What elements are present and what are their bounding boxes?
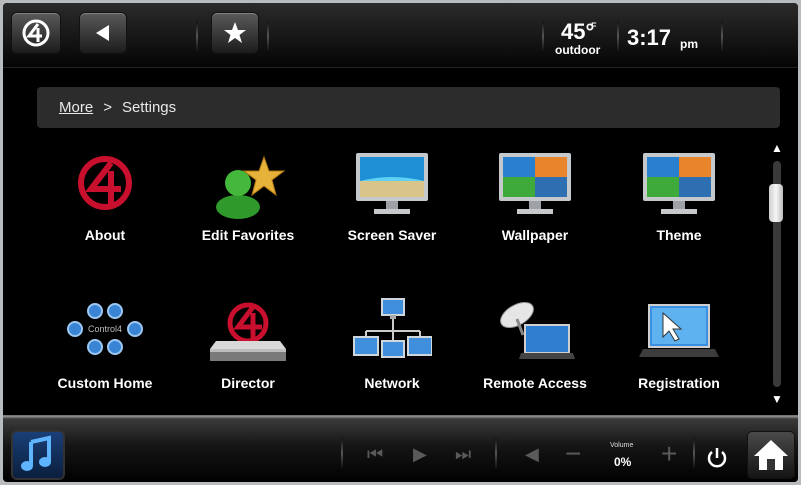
next-track-icon[interactable]: ⏭ [455, 444, 471, 465]
top-bar: 45° F outdoor 3:17 pm [3, 3, 798, 68]
power-icon[interactable] [705, 446, 729, 470]
tile-label: About [84, 227, 126, 243]
breadcrumb-separator: > [103, 99, 112, 116]
settings-grid: About Edit Favorites Screen Saver Wallpa… [35, 143, 755, 413]
control4-logo-icon [78, 156, 132, 210]
temperature-value: 45° [561, 19, 595, 44]
play-icon[interactable]: ▶ [413, 444, 427, 465]
tile-label: Registration [638, 375, 720, 391]
clock-time: 3:17 [627, 25, 672, 50]
mute-speaker-icon[interactable]: ◀ [525, 444, 539, 465]
control4-logo-icon [22, 19, 50, 47]
divider [721, 21, 723, 51]
previous-track-icon[interactable]: ⏮ [367, 444, 383, 465]
temperature-unit: F [591, 21, 597, 31]
touchscreen-frame: 45° F outdoor 3:17 pm More > Settings Ab… [3, 3, 798, 482]
scroll-down-arrow[interactable]: ▼ [769, 392, 785, 406]
user-favorite-icon [216, 155, 286, 219]
tile-wallpaper[interactable]: Wallpaper [465, 143, 605, 273]
tile-edit-favorites[interactable]: Edit Favorites [178, 143, 318, 273]
tile-label: Network [364, 375, 420, 391]
director-device-icon [210, 302, 286, 361]
tile-registration[interactable]: Registration [609, 291, 749, 421]
temperature-label: outdoor [555, 43, 601, 57]
volume-label: Volume [610, 442, 634, 449]
scroll-up-arrow[interactable]: ▲ [769, 141, 785, 155]
tile-label: Director [221, 375, 275, 391]
divider [617, 21, 619, 51]
breadcrumb: More > Settings [37, 87, 780, 128]
volume-value: 0% [614, 455, 632, 469]
tile-network[interactable]: Network [322, 291, 462, 421]
network-computers-icon [353, 298, 432, 358]
divider [196, 21, 198, 51]
control4-home-button[interactable] [11, 12, 61, 54]
back-button[interactable] [79, 12, 127, 54]
music-button[interactable] [13, 432, 63, 478]
divider [542, 21, 544, 51]
star-icon [224, 22, 246, 43]
breadcrumb-current: Settings [121, 99, 177, 116]
tile-screen-saver[interactable]: Screen Saver [322, 143, 462, 273]
tile-label: Wallpaper [501, 227, 569, 243]
favorites-button[interactable] [211, 12, 259, 54]
bottom-bar: ⏮ ▶ ⏭ ◀ − + [3, 415, 798, 482]
divider [341, 438, 343, 468]
scrollbar-thumb[interactable] [769, 184, 783, 222]
divider [267, 21, 269, 51]
custom-home-sublabel: Control4 [88, 324, 122, 334]
tile-director[interactable]: Director [178, 291, 318, 421]
clock-ampm: pm [680, 37, 698, 51]
tile-theme[interactable]: Theme [609, 143, 749, 273]
volume-down-icon[interactable]: − [565, 438, 581, 470]
house-icon [754, 440, 788, 470]
tile-label: Custom Home [57, 375, 153, 391]
volume-up-icon[interactable]: + [661, 438, 677, 470]
back-arrow-icon [96, 25, 109, 41]
tile-label: Edit Favorites [201, 227, 295, 243]
monitor-beach-icon [356, 153, 428, 214]
home-button[interactable] [747, 431, 795, 479]
laptop-cursor-icon [639, 304, 719, 357]
custom-home-icon: Control4 [67, 303, 143, 355]
tile-custom-home[interactable]: Control4 Custom Home [35, 291, 175, 421]
divider [495, 438, 497, 468]
music-note-icon [21, 435, 51, 471]
tile-remote-access[interactable]: Remote Access [465, 291, 605, 421]
breadcrumb-link-more[interactable]: More [59, 99, 93, 116]
tile-label: Screen Saver [347, 227, 437, 243]
monitor-landscape-icon [643, 153, 715, 214]
tile-label: Remote Access [483, 375, 587, 391]
tile-label: Theme [656, 227, 702, 243]
monitor-landscape-icon [499, 153, 571, 214]
divider [693, 438, 695, 468]
tile-about[interactable]: About [35, 143, 175, 273]
satellite-laptop-icon [500, 302, 575, 359]
